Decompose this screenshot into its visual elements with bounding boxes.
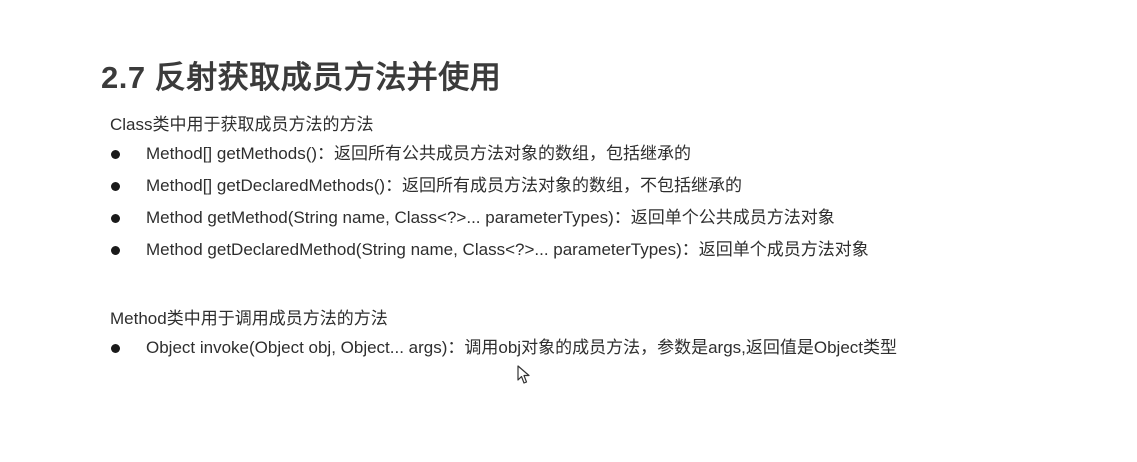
- bullet-icon: [111, 182, 120, 191]
- section-label-method-methods: Method类中用于调用成员方法的方法: [110, 309, 388, 328]
- list-item-text: Object invoke(Object obj, Object... args…: [146, 338, 898, 357]
- list-item: Method getDeclaredMethod(String name, Cl…: [108, 238, 869, 270]
- method-methods-list: Object invoke(Object obj, Object... args…: [108, 336, 897, 368]
- bullet-icon: [111, 344, 120, 353]
- list-item-text: Method getMethod(String name, Class<?>..…: [146, 208, 835, 227]
- list-item-text: Method[] getMethods()：返回所有公共成员方法对象的数组，包括…: [146, 144, 692, 163]
- bullet-icon: [111, 246, 120, 255]
- section-label-class-methods: Class类中用于获取成员方法的方法: [110, 115, 374, 134]
- list-item: Object invoke(Object obj, Object... args…: [108, 336, 897, 368]
- list-item: Method getMethod(String name, Class<?>..…: [108, 206, 869, 238]
- list-item: Method[] getMethods()：返回所有公共成员方法对象的数组，包括…: [108, 142, 869, 174]
- class-methods-list: Method[] getMethods()：返回所有公共成员方法对象的数组，包括…: [108, 142, 869, 270]
- bullet-icon: [111, 150, 120, 159]
- slide: 2.7 反射获取成员方法并使用 Class类中用于获取成员方法的方法 Metho…: [0, 0, 1137, 462]
- slide-title: 2.7 反射获取成员方法并使用: [101, 60, 502, 95]
- list-item: Method[] getDeclaredMethods()：返回所有成员方法对象…: [108, 174, 869, 206]
- bullet-icon: [111, 214, 120, 223]
- list-item-text: Method[] getDeclaredMethods()：返回所有成员方法对象…: [146, 176, 743, 195]
- mouse-pointer-icon: [517, 365, 530, 384]
- list-item-text: Method getDeclaredMethod(String name, Cl…: [146, 240, 869, 259]
